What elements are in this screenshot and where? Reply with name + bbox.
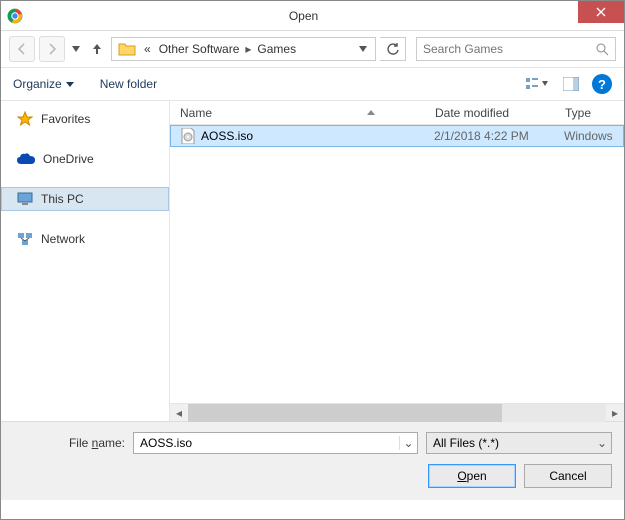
file-type: Windows (555, 129, 623, 143)
window-title: Open (29, 9, 578, 23)
breadcrumb-item[interactable]: Other Software (155, 42, 244, 56)
column-headers: Name Date modified Type (170, 101, 624, 125)
chevron-down-icon[interactable]: ⌄ (399, 436, 417, 450)
iso-file-icon (181, 128, 195, 144)
scroll-right-arrow[interactable]: ▸ (606, 404, 624, 422)
folder-icon (118, 40, 136, 58)
star-icon (17, 111, 33, 127)
sidebar-item-onedrive[interactable]: OneDrive (1, 147, 169, 171)
file-list-area: Name Date modified Type AOSS.iso 2/1/201… (169, 101, 624, 421)
help-button[interactable]: ? (592, 74, 612, 94)
chevron-down-icon[interactable]: ⌄ (593, 436, 611, 450)
chevron-right-icon: ▸ (243, 42, 253, 56)
main-area: Favorites OneDrive This PC Network Name … (1, 101, 624, 421)
file-row[interactable]: AOSS.iso 2/1/2018 4:22 PM Windows (170, 125, 624, 147)
search-box[interactable] (416, 37, 616, 61)
sidebar-item-this-pc[interactable]: This PC (1, 187, 169, 211)
search-icon (596, 43, 609, 56)
organize-menu[interactable]: Organize (13, 77, 74, 91)
sidebar-item-label: Favorites (41, 112, 90, 126)
scroll-thumb[interactable] (188, 404, 502, 422)
view-options-button[interactable] (522, 73, 552, 95)
history-dropdown[interactable] (69, 36, 83, 62)
open-button[interactable]: Open (428, 464, 516, 488)
address-bar[interactable]: « Other Software ▸ Games (111, 37, 376, 61)
sidebar: Favorites OneDrive This PC Network (1, 101, 169, 421)
scroll-left-arrow[interactable]: ◂ (170, 404, 188, 422)
app-icon (1, 8, 29, 24)
sidebar-item-label: Network (41, 232, 85, 246)
bottom-panel: File name: ⌄ All Files (*.*) ⌄ Open Canc… (1, 421, 624, 500)
breadcrumb-item[interactable]: Games (253, 42, 300, 56)
sidebar-item-label: This PC (41, 192, 84, 206)
up-button[interactable] (87, 36, 107, 62)
breadcrumb-prefix[interactable]: « (140, 42, 155, 56)
sidebar-item-favorites[interactable]: Favorites (1, 107, 169, 131)
new-folder-button[interactable]: New folder (100, 77, 157, 91)
filetype-filter[interactable]: All Files (*.*) ⌄ (426, 432, 612, 454)
cancel-button[interactable]: Cancel (524, 464, 612, 488)
filename-label: File name: (13, 436, 125, 450)
forward-button[interactable] (39, 36, 65, 62)
filename-input[interactable] (134, 436, 399, 450)
file-date: 2/1/2018 4:22 PM (425, 129, 555, 143)
onedrive-icon (17, 153, 35, 165)
filename-combo[interactable]: ⌄ (133, 432, 418, 454)
navbar: « Other Software ▸ Games (1, 31, 624, 67)
file-list[interactable]: AOSS.iso 2/1/2018 4:22 PM Windows (170, 125, 624, 403)
search-input[interactable] (423, 42, 596, 56)
titlebar: Open (1, 1, 624, 31)
pc-icon (17, 192, 33, 206)
filter-label: All Files (*.*) (427, 436, 593, 450)
column-date[interactable]: Date modified (425, 106, 555, 120)
toolbar: Organize New folder ? (1, 67, 624, 101)
column-type[interactable]: Type (555, 106, 624, 120)
column-name[interactable]: Name (170, 106, 425, 120)
scroll-track[interactable] (188, 404, 606, 422)
sidebar-item-network[interactable]: Network (1, 227, 169, 251)
preview-pane-button[interactable] (556, 73, 586, 95)
address-dropdown[interactable] (353, 46, 373, 52)
back-button[interactable] (9, 36, 35, 62)
sort-asc-icon (367, 110, 375, 115)
file-name: AOSS.iso (201, 129, 253, 143)
close-button[interactable] (578, 1, 624, 23)
refresh-button[interactable] (380, 37, 406, 61)
network-icon (17, 232, 33, 246)
horizontal-scrollbar[interactable]: ◂ ▸ (170, 403, 624, 421)
sidebar-item-label: OneDrive (43, 152, 94, 166)
